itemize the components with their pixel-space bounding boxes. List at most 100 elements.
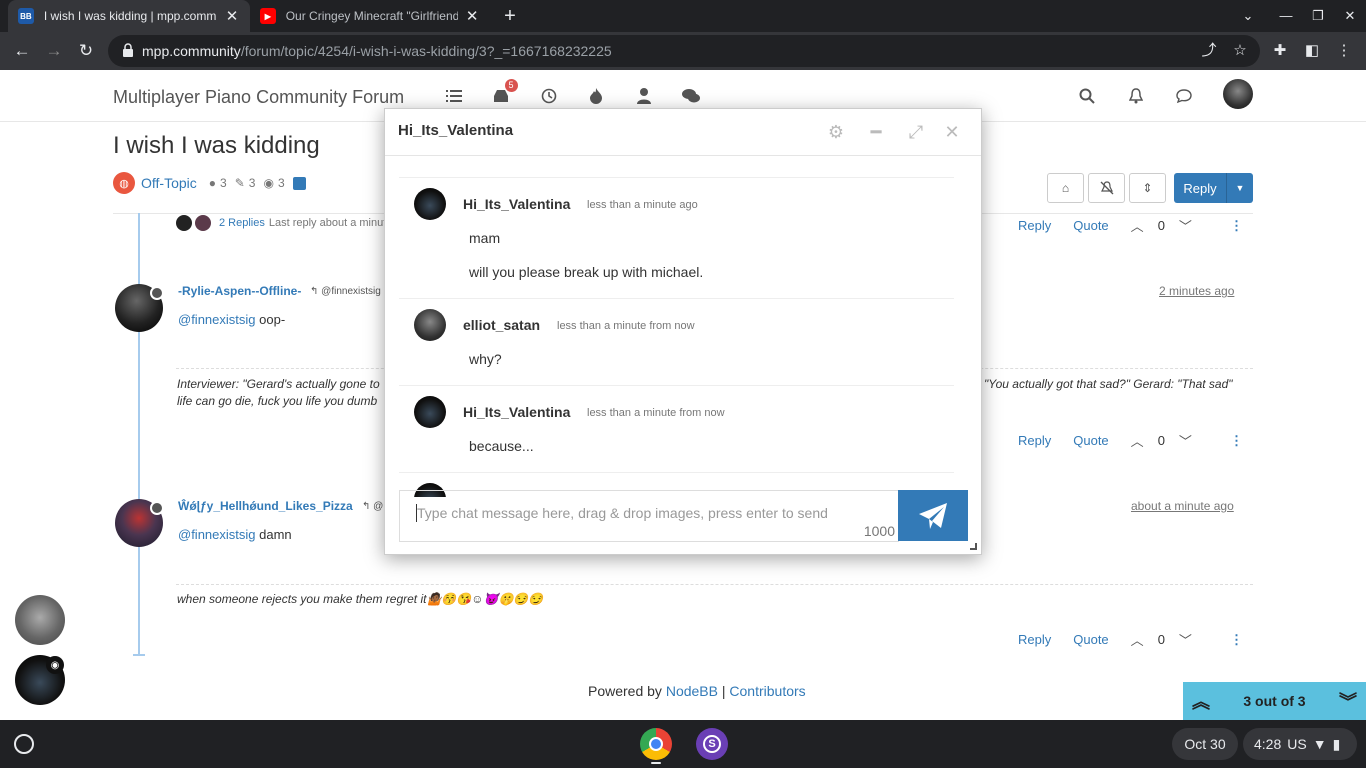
- user-avatar[interactable]: [1223, 79, 1253, 109]
- close-window-icon[interactable]: ✕: [1338, 4, 1362, 28]
- jump-bottom-icon[interactable]: ︾: [1330, 688, 1366, 714]
- recent-clock-icon[interactable]: [525, 86, 573, 106]
- nodebb-link[interactable]: NodeBB: [666, 683, 718, 699]
- battery-icon: ▮: [1332, 735, 1341, 752]
- downvote-icon[interactable]: ﹀: [1179, 431, 1192, 450]
- tab-search-icon[interactable]: ⌄: [1236, 4, 1260, 28]
- resize-handle[interactable]: [970, 543, 977, 550]
- upvote-icon[interactable]: ︿: [1131, 431, 1144, 450]
- post-content: @finnexistsig damn: [178, 527, 292, 542]
- quote-link[interactable]: Quote: [1073, 632, 1108, 647]
- watch-bell-slash-button[interactable]: [1088, 173, 1125, 203]
- mark-unread-inbox-button[interactable]: ⌂: [1047, 173, 1084, 203]
- chat-header[interactable]: Hi_Its_Valentina ⚙ ━ ⤢ ✕: [385, 109, 981, 156]
- caret-down-icon[interactable]: ▼: [1227, 173, 1253, 203]
- minimize-chat-icon[interactable]: ━: [865, 121, 887, 143]
- message-avatar[interactable]: [414, 396, 446, 428]
- post-menu-icon[interactable]: ⋮: [1230, 433, 1243, 449]
- address-bar[interactable]: mpp.community/forum/topic/4254/i-wish-i-…: [108, 35, 1260, 67]
- pagination-text[interactable]: 3 out of 3: [1219, 693, 1330, 709]
- reply-to-link[interactable]: ↰ @: [362, 501, 383, 512]
- quote-link[interactable]: Quote: [1073, 218, 1108, 233]
- message-avatar[interactable]: [414, 309, 446, 341]
- unread-inbox-icon[interactable]: 5: [478, 79, 526, 106]
- app-icon[interactable]: S: [696, 728, 728, 760]
- new-tab-button[interactable]: +: [498, 4, 522, 28]
- extensions-icon[interactable]: ✚: [1268, 39, 1292, 63]
- reply-label[interactable]: Reply: [1174, 173, 1227, 203]
- upvote-icon[interactable]: ︿: [1131, 216, 1144, 235]
- message-timestamp: less than a minute ago: [587, 199, 698, 211]
- char-counter: 1000: [863, 523, 895, 539]
- bookmark-star-icon[interactable]: ☆: [1229, 40, 1251, 62]
- launcher-icon[interactable]: [14, 734, 34, 754]
- users-icon[interactable]: [620, 86, 668, 106]
- url-text: mpp.community/forum/topic/4254/i-wish-i-…: [142, 43, 612, 59]
- downvote-icon[interactable]: ﹀: [1179, 216, 1192, 235]
- sort-button[interactable]: ⇕: [1129, 173, 1166, 203]
- post-username[interactable]: -Rylie-Aspen--Offline-: [178, 284, 301, 298]
- rss-icon[interactable]: [292, 176, 306, 190]
- post-username[interactable]: Ŵǿɭƒy_Hellhǿund_Likes_Pizza: [178, 499, 353, 513]
- browser-tab-forum[interactable]: BB I wish I was kidding | mpp.comm ✕: [8, 0, 250, 32]
- eye-icon: ◉: [263, 176, 274, 190]
- chrome-app-icon[interactable]: [640, 728, 672, 760]
- reply-to-link[interactable]: ↰ @finnexistsig: [310, 286, 381, 297]
- mention-link[interactable]: @finnexistsig: [178, 527, 256, 542]
- replies-link[interactable]: 2 Replies: [219, 217, 265, 229]
- post-timestamp[interactable]: about a minute ago: [1131, 499, 1234, 513]
- expand-icon[interactable]: ⤢: [905, 121, 927, 143]
- notifications-bell-icon[interactable]: [1124, 84, 1148, 108]
- upvote-icon[interactable]: ︿: [1131, 630, 1144, 649]
- pencil-icon: ✎: [234, 176, 245, 190]
- chat-title: Hi_Its_Valentina: [398, 122, 514, 139]
- quote-link[interactable]: Quote: [1073, 433, 1108, 448]
- close-chat-icon[interactable]: ✕: [941, 121, 963, 143]
- message-avatar[interactable]: [414, 188, 446, 220]
- mention-link[interactable]: @finnexistsig: [178, 312, 256, 327]
- forum-brand[interactable]: Multiplayer Piano Community Forum: [113, 87, 404, 108]
- gear-icon[interactable]: ⚙: [825, 121, 847, 143]
- close-tab-icon[interactable]: ✕: [464, 7, 480, 25]
- post-timestamp[interactable]: 2 minutes ago: [1159, 284, 1234, 298]
- groups-chat-icon[interactable]: [668, 86, 716, 106]
- reply-link[interactable]: Reply: [1018, 632, 1051, 647]
- categories-icon[interactable]: [430, 86, 478, 106]
- minimized-chat-avatar[interactable]: [15, 595, 65, 645]
- post-menu-icon[interactable]: ⋮: [1230, 218, 1243, 234]
- menu-icon[interactable]: ⋮: [1332, 39, 1356, 63]
- popular-fire-icon[interactable]: [573, 86, 621, 106]
- post-actions: Reply Quote ︿ 0 ﹀ ⋮: [1018, 431, 1243, 450]
- reload-icon[interactable]: ↻: [74, 39, 98, 63]
- chat-message: Hi_Its_Valentina less than a minute from…: [399, 385, 954, 472]
- reply-link[interactable]: Reply: [1018, 218, 1051, 233]
- send-button[interactable]: [898, 490, 968, 541]
- back-icon[interactable]: ←: [10, 39, 34, 63]
- chat-message: elliot_satan less than a minute from now…: [399, 298, 954, 385]
- reply-link[interactable]: Reply: [1018, 433, 1051, 448]
- category-link[interactable]: Off-Topic: [141, 175, 197, 191]
- search-icon[interactable]: [1075, 84, 1099, 108]
- share-icon[interactable]: ⤴: [1198, 40, 1220, 62]
- contributors-link[interactable]: Contributors: [729, 683, 805, 699]
- message-username[interactable]: Hi_Its_Valentina: [463, 196, 570, 212]
- chat-input[interactable]: Type chat message here, drag & drop imag…: [399, 490, 899, 542]
- forward-icon[interactable]: →: [42, 39, 66, 63]
- message-username[interactable]: Hi_Its_Valentina: [463, 404, 570, 420]
- browser-toolbar: ← → ↻ mpp.community/forum/topic/4254/i-w…: [0, 32, 1366, 70]
- browser-tab-youtube[interactable]: ▶ Our Cringey Minecraft "Girlfriend ✕: [250, 0, 490, 32]
- date-tray[interactable]: Oct 30: [1172, 728, 1238, 760]
- chats-icon[interactable]: [1172, 84, 1196, 108]
- message-username[interactable]: elliot_satan: [463, 317, 540, 333]
- jump-top-icon[interactable]: ︽: [1183, 688, 1219, 714]
- minimize-icon[interactable]: —: [1274, 4, 1298, 28]
- close-tab-icon[interactable]: ✕: [224, 7, 240, 25]
- topic-reply-button[interactable]: Reply ▼: [1174, 173, 1253, 203]
- vote-count: 0: [1157, 218, 1165, 233]
- maximize-icon[interactable]: ❐: [1306, 4, 1330, 28]
- downvote-icon[interactable]: ﹀: [1179, 630, 1192, 649]
- post-timeline: [138, 213, 140, 655]
- side-panel-icon[interactable]: ◧: [1300, 39, 1324, 63]
- post-menu-icon[interactable]: ⋮: [1230, 632, 1243, 648]
- status-tray[interactable]: 4:28 US ▼ ▮: [1243, 728, 1357, 760]
